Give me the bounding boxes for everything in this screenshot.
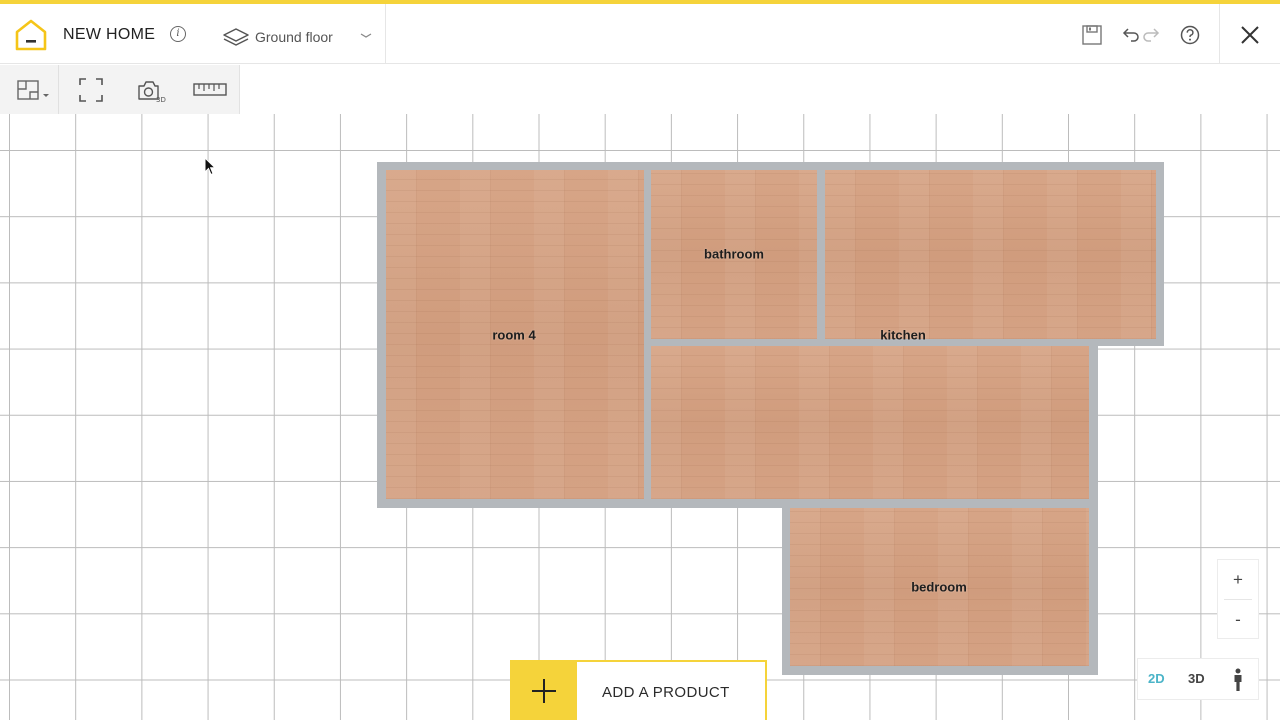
help-icon[interactable] (1179, 24, 1201, 46)
tool-panel: 3D (0, 65, 240, 114)
walkthrough-person-icon[interactable] (1231, 668, 1245, 692)
divider (58, 65, 59, 114)
view-mode-switch: 2D 3D (1137, 658, 1259, 700)
ruler-icon[interactable] (192, 77, 228, 103)
zoom-in-button[interactable]: + (1218, 560, 1258, 599)
add-product-button[interactable]: ADD A PRODUCT (510, 660, 767, 720)
room-label-bathroom[interactable]: bathroom (704, 247, 764, 262)
divider (385, 4, 386, 64)
info-icon[interactable]: i (170, 26, 186, 42)
top-bar: NEW HOME i Ground floor (0, 0, 1280, 64)
fullscreen-icon[interactable] (78, 77, 104, 103)
zoom-out-button[interactable]: - (1218, 600, 1258, 639)
room-label-room-4[interactable]: room 4 (492, 328, 535, 343)
save-icon[interactable] (1081, 24, 1103, 46)
close-icon[interactable] (1239, 24, 1261, 46)
divider (1219, 4, 1220, 64)
camera-3d-icon[interactable]: 3D (137, 77, 167, 103)
room-floor-kitchen-lower[interactable] (651, 346, 1089, 499)
room-label-kitchen[interactable]: kitchen (880, 328, 926, 343)
chevron-down-icon (360, 33, 372, 38)
add-product-label: ADD A PRODUCT (602, 684, 730, 701)
mouse-cursor-icon (204, 157, 216, 176)
floorplan-canvas[interactable]: room 4 bathroom kitchen bedroom (0, 114, 1280, 720)
layers-icon (223, 28, 249, 46)
plus-tile (512, 662, 577, 720)
undo-icon[interactable] (1119, 24, 1141, 46)
plus-icon (532, 679, 556, 703)
project-title[interactable]: NEW HOME (63, 26, 155, 44)
floor-selector[interactable]: Ground floor (222, 20, 372, 52)
view-2d-button[interactable]: 2D (1148, 671, 1165, 686)
room-floor-kitchen[interactable] (825, 170, 1156, 339)
camera-3d-badge: 3D (156, 96, 166, 103)
home-logo-icon[interactable] (14, 18, 48, 52)
room-label-bedroom[interactable]: bedroom (911, 580, 967, 595)
redo-icon[interactable] (1141, 24, 1163, 46)
zoom-controls: + - (1217, 559, 1259, 639)
view-3d-button[interactable]: 3D (1188, 671, 1205, 686)
floor-label: Ground floor (255, 29, 333, 45)
floorplan-tools-icon[interactable] (16, 77, 50, 103)
